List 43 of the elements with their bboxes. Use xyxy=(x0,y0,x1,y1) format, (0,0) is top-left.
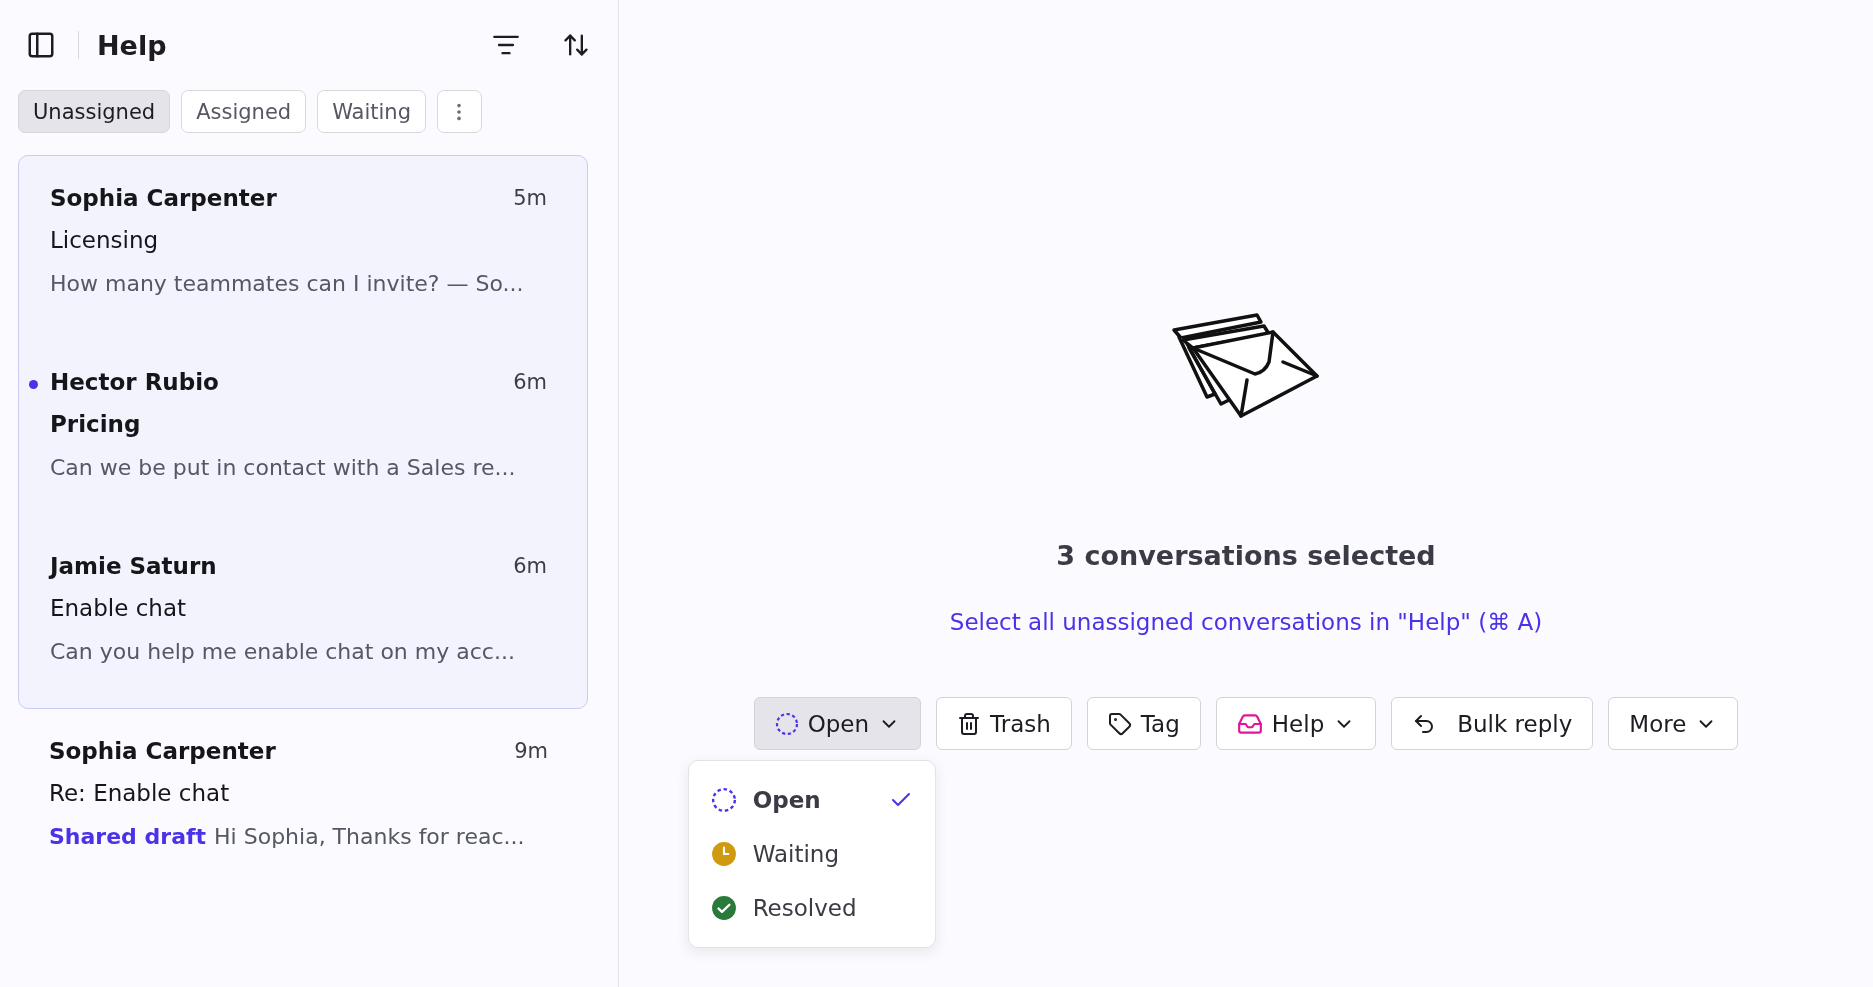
sender-name: Jamie Saturn xyxy=(50,552,217,579)
trash-icon xyxy=(957,711,982,736)
status-option[interactable]: Waiting xyxy=(688,827,935,881)
conversation-item[interactable]: Jamie Saturn 6m Enable chat Can you help me enable chat on my acc... xyxy=(19,524,587,708)
action-button[interactable]: Bulk reply xyxy=(1391,697,1594,750)
action-button[interactable]: Tag xyxy=(1086,697,1201,750)
draft-label: Shared draft xyxy=(49,823,207,851)
dashed-circle-icon xyxy=(710,787,737,813)
status-option[interactable]: Resolved xyxy=(688,881,935,935)
message-preview: Hi Sophia, Thanks for reac... xyxy=(214,823,525,851)
filter-tab[interactable]: Assigned xyxy=(181,90,307,133)
conversation-item[interactable]: Sophia Carpenter 9m Re: Enable chat Shared draft Hi Sophia, Thanks for reac... xyxy=(18,709,588,893)
selection-heading: 3 conversations selected xyxy=(1056,540,1436,571)
conversation-subject: Licensing xyxy=(50,226,160,255)
sender-name: Hector Rubio xyxy=(50,368,219,395)
conversation-item[interactable]: Sophia Carpenter 5m Licensing How many teammates can I invite? — So... xyxy=(19,156,587,340)
conversation-subject: Enable chat xyxy=(50,594,187,623)
action-button[interactable]: Trash xyxy=(936,697,1072,750)
tag-icon xyxy=(1107,711,1132,736)
conversation-subject: Pricing xyxy=(50,410,142,439)
action-button[interactable]: More xyxy=(1608,697,1739,750)
select-all-link[interactable]: Select all unassigned conversations in "Help" (⌘ A) xyxy=(949,609,1543,635)
sender-name: Sophia Carpenter xyxy=(50,184,277,211)
conversation-subject: Re: Enable chat xyxy=(49,779,231,808)
message-preview: Can you help me enable chat on my acc... xyxy=(50,638,515,666)
sender-name: Sophia Carpenter xyxy=(49,737,276,764)
message-preview: Can we be put in contact with a Sales re... xyxy=(50,454,516,482)
dashed-circle-icon xyxy=(774,711,799,736)
time-ago: 5m xyxy=(513,185,547,210)
filter-tab[interactable]: Waiting xyxy=(317,90,426,133)
action-button[interactable]: Help xyxy=(1215,697,1377,750)
conversation-item[interactable]: Hector Rubio 6m Pricing Can we be put in contact with a Sales re... xyxy=(19,340,587,524)
clock-icon xyxy=(710,841,737,867)
time-ago: 6m xyxy=(513,553,547,578)
filter-tab[interactable]: Unassigned xyxy=(18,90,171,133)
check-circle-icon xyxy=(710,895,737,921)
action-button[interactable]: Open xyxy=(753,697,922,750)
sidebar-toggle-icon[interactable] xyxy=(26,30,56,60)
inbox-title: Help xyxy=(97,29,168,61)
status-option[interactable]: Open xyxy=(688,773,935,827)
time-ago: 9m xyxy=(514,738,548,763)
time-ago: 6m xyxy=(513,369,547,394)
message-preview: How many teammates can I invite? — So... xyxy=(50,270,524,298)
